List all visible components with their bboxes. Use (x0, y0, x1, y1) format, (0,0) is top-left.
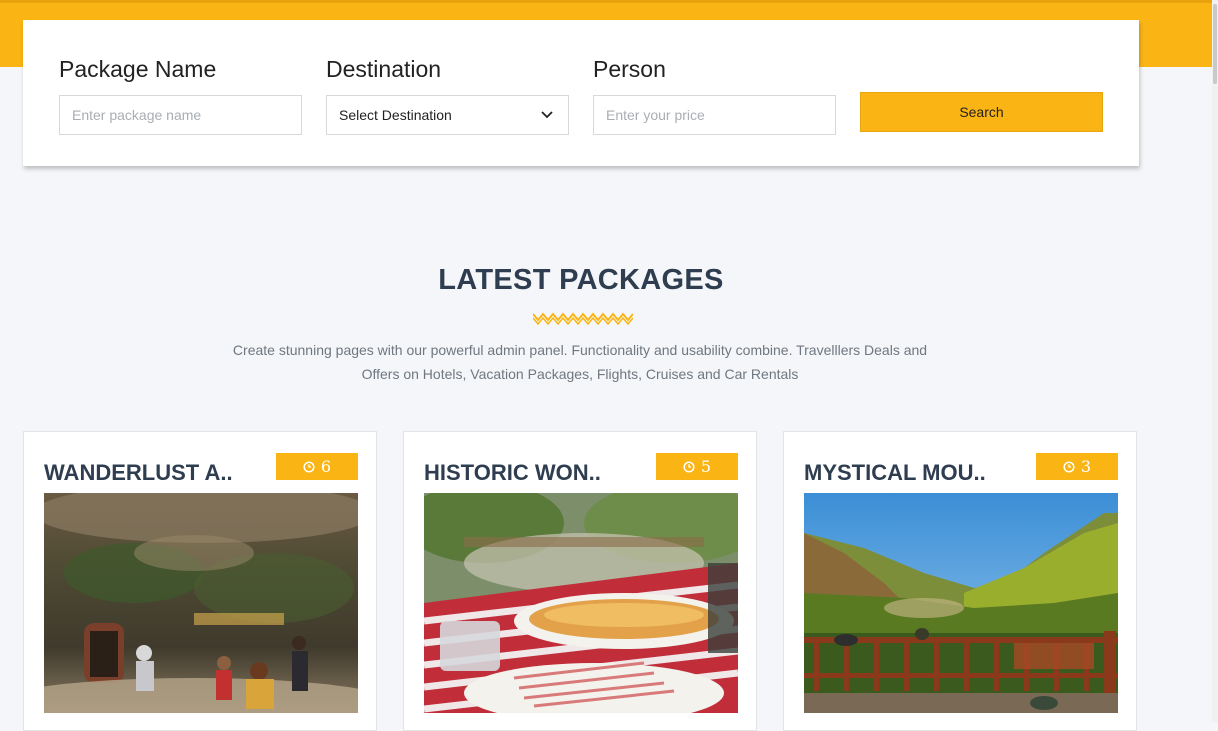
destination-select[interactable]: Select Destination (326, 95, 569, 135)
duration-days: 6 (320, 457, 332, 476)
clock-icon (1063, 460, 1075, 473)
search-panel: Package Name Destination Select Destinat… (23, 20, 1139, 166)
person-box (593, 95, 836, 135)
duration-badge: 6 (276, 453, 358, 480)
package-image-mountain-valley[interactable] (804, 493, 1118, 713)
clock-icon (683, 460, 695, 473)
package-card[interactable]: MYSTICAL MOU.. 3 (783, 431, 1137, 731)
duration-days: 5 (700, 457, 712, 476)
package-name-input[interactable] (60, 96, 301, 134)
person-input[interactable] (594, 96, 835, 134)
duration-badge: 3 (1036, 453, 1118, 480)
package-title[interactable]: MYSTICAL MOU.. (804, 460, 986, 486)
duration-days: 3 (1080, 457, 1092, 476)
duration-badge: 5 (656, 453, 738, 480)
scrollbar-thumb[interactable] (1213, 4, 1217, 84)
package-card[interactable]: WANDERLUST A.. 6 (23, 431, 377, 731)
package-title[interactable]: HISTORIC WON.. (424, 460, 601, 486)
description-line-1: Create stunning pages with our powerful … (232, 342, 928, 358)
chevron-down-icon (541, 111, 553, 119)
package-image-food-table[interactable] (424, 493, 738, 713)
package-card[interactable]: HISTORIC WON.. 5 (403, 431, 757, 731)
section-title: LATEST PACKAGES (438, 264, 724, 296)
search-button[interactable]: Search (860, 92, 1103, 132)
package-title[interactable]: WANDERLUST A.. (44, 460, 233, 486)
package-image-cave[interactable] (44, 493, 358, 713)
zigzag-divider (533, 312, 633, 325)
section-description: Create stunning pages with our powerful … (200, 338, 960, 386)
package-name-box (59, 95, 302, 135)
destination-label: Destination (326, 56, 442, 82)
package-name-label: Package Name (59, 56, 217, 82)
page-scrollbar[interactable] (1212, 0, 1218, 722)
clock-icon (303, 460, 315, 473)
destination-value: Select Destination (339, 107, 452, 123)
description-line-2: Offers on Hotels, Vacation Packages, Fli… (361, 366, 799, 382)
person-label: Person (593, 56, 666, 82)
